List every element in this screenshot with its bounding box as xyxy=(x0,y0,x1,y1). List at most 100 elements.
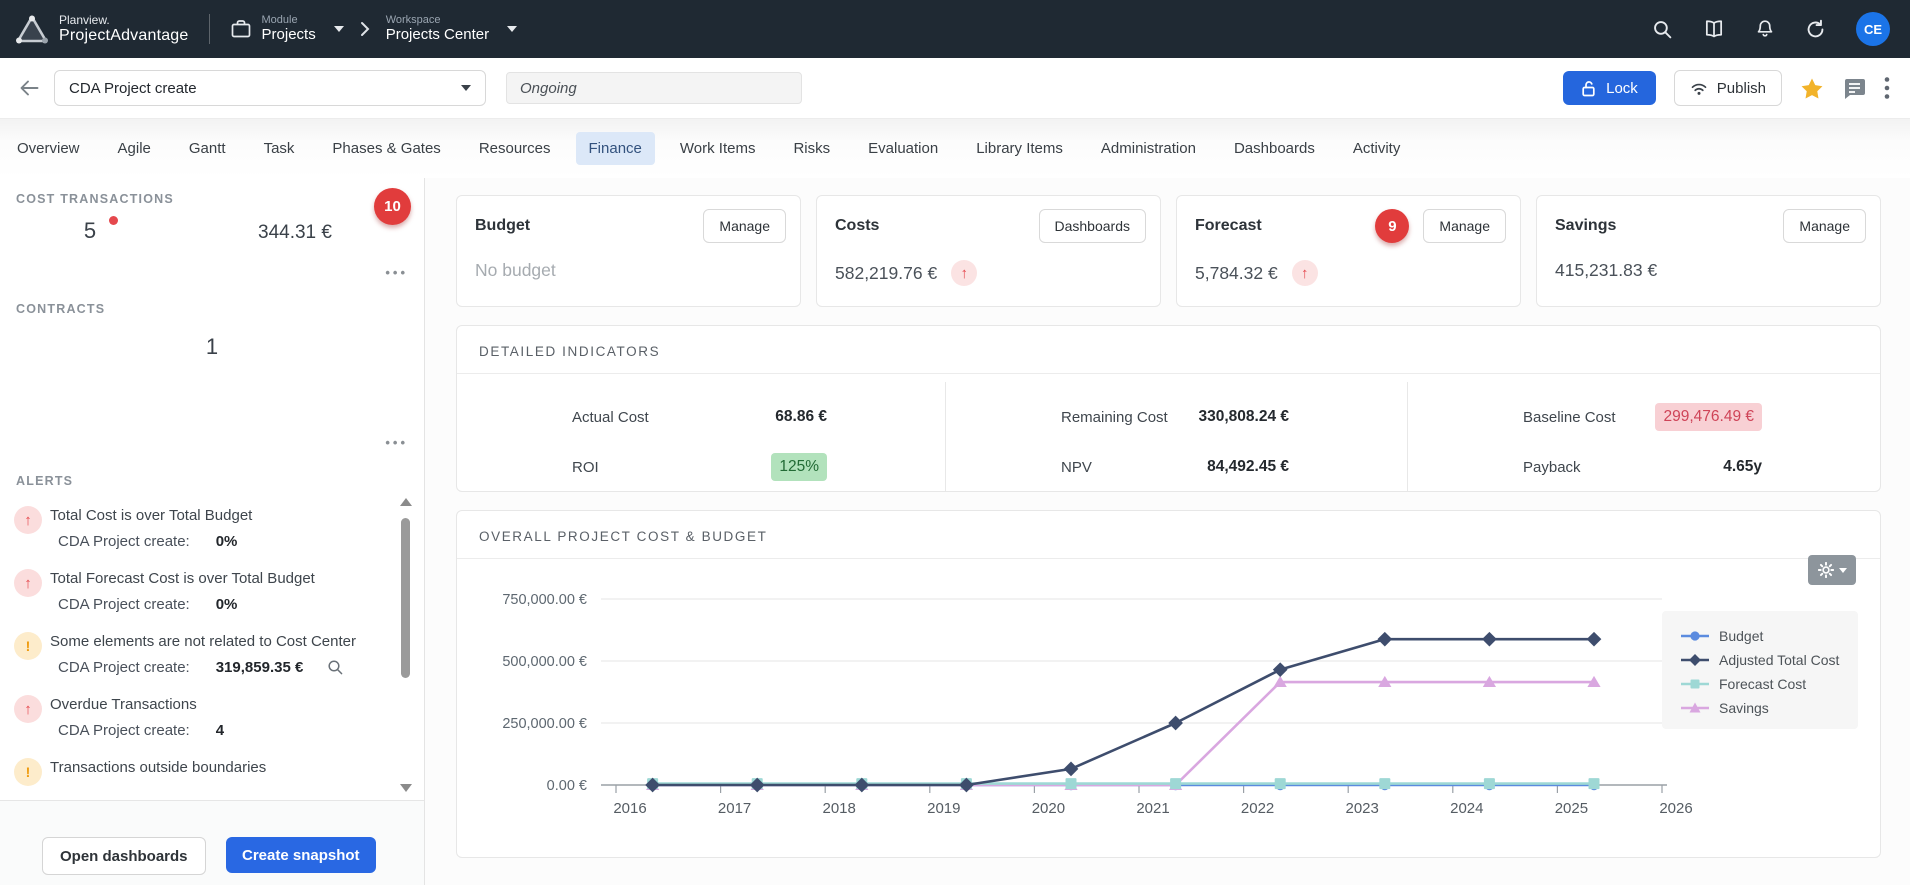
status-field[interactable]: Ongoing xyxy=(506,72,802,104)
brand-name: Planview. ProjectAdvantage xyxy=(59,14,189,45)
notes-feed-icon[interactable] xyxy=(1842,77,1866,99)
alerts-scrollbar[interactable] xyxy=(399,498,411,792)
top-bar: Planview. ProjectAdvantage Module Projec… xyxy=(0,0,1910,58)
alert-item[interactable]: ↑Overdue TransactionsCDA Project create:… xyxy=(0,689,380,752)
tab-work-items[interactable]: Work Items xyxy=(667,132,769,165)
legend-item-adjusted-total-cost[interactable]: Adjusted Total Cost xyxy=(1680,648,1858,672)
card-value: 582,219.76 € xyxy=(835,263,937,284)
project-name: CDA Project create xyxy=(69,80,197,97)
alert-detail: CDA Project create:4 xyxy=(58,722,380,739)
svg-text:0.00 €: 0.00 € xyxy=(547,778,587,794)
alert-title: Transactions outside boundaries xyxy=(50,758,380,777)
svg-text:2016: 2016 xyxy=(613,800,646,817)
tab-library-items[interactable]: Library Items xyxy=(963,132,1076,165)
lock-button[interactable]: Lock xyxy=(1563,71,1656,105)
tab-activity[interactable]: Activity xyxy=(1340,132,1414,165)
card-value: 415,231.83 € xyxy=(1555,260,1657,281)
create-snapshot-button[interactable]: Create snapshot xyxy=(226,837,376,873)
tab-task[interactable]: Task xyxy=(251,132,308,165)
workspace-value: Projects Center xyxy=(386,26,489,44)
indicator-npv: NPV84,492.45 € xyxy=(946,442,1407,492)
legend-label: Adjusted Total Cost xyxy=(1719,652,1839,668)
contracts-count: 1 xyxy=(0,334,424,360)
workspace-switcher[interactable]: Workspace Projects Center xyxy=(386,14,517,44)
project-toolbar: CDA Project create Ongoing Lock Publish xyxy=(0,58,1910,119)
manage-button[interactable]: Manage xyxy=(1783,209,1866,243)
alert-title: Total Cost is over Total Budget xyxy=(50,506,380,525)
chevron-down-icon xyxy=(507,26,517,32)
legend-label: Savings xyxy=(1719,700,1769,716)
indicator-label: ROI xyxy=(572,459,599,476)
planview-logo-icon xyxy=(16,14,48,44)
svg-text:2025: 2025 xyxy=(1555,800,1588,817)
panel-title: OVERALL PROJECT COST & BUDGET xyxy=(457,511,1880,559)
briefcase-icon xyxy=(230,18,252,40)
tab-evaluation[interactable]: Evaluation xyxy=(855,132,951,165)
project-select[interactable]: CDA Project create xyxy=(54,70,486,106)
publish-button[interactable]: Publish xyxy=(1674,70,1782,106)
legend-item-budget[interactable]: Budget xyxy=(1680,624,1858,648)
alert-item[interactable]: ↑Total Forecast Cost is over Total Budge… xyxy=(0,563,380,626)
legend-label: Forecast Cost xyxy=(1719,676,1806,692)
notifications-bell-icon[interactable] xyxy=(1755,19,1775,40)
alert-item[interactable]: ! Transactions outside boundaries xyxy=(0,752,380,790)
back-button[interactable] xyxy=(18,78,40,98)
svg-text:250,000.00 €: 250,000.00 € xyxy=(502,716,587,732)
favorite-star-icon[interactable] xyxy=(1800,77,1824,100)
svg-text:2017: 2017 xyxy=(718,800,751,817)
manage-button[interactable]: Manage xyxy=(1423,209,1506,243)
kebab-menu-icon[interactable] xyxy=(1884,76,1890,100)
svg-text:750,000.00 €: 750,000.00 € xyxy=(502,592,587,608)
section-title: ALERTS xyxy=(0,460,424,488)
svg-text:2021: 2021 xyxy=(1136,800,1169,817)
svg-text:2019: 2019 xyxy=(927,800,960,817)
card-title: Forecast xyxy=(1195,217,1262,235)
tab-administration[interactable]: Administration xyxy=(1088,132,1209,165)
contracts-section: CONTRACTS 1 ••• xyxy=(0,288,424,461)
unlock-icon xyxy=(1581,80,1597,97)
ellipsis-menu[interactable]: ••• xyxy=(385,435,408,450)
workspace-label: Workspace xyxy=(386,14,489,26)
open-dashboards-button[interactable]: Open dashboards xyxy=(42,837,206,875)
refresh-icon[interactable] xyxy=(1805,19,1826,40)
scroll-thumb[interactable] xyxy=(401,518,410,678)
cost-transactions-count: 5 xyxy=(58,218,122,244)
tab-gantt[interactable]: Gantt xyxy=(176,132,239,165)
alert-item[interactable]: !Some elements are not related to Cost C… xyxy=(0,626,380,689)
legend-item-savings[interactable]: Savings xyxy=(1680,696,1858,720)
sidebar-footer: Open dashboards Create snapshot xyxy=(0,800,424,885)
manage-button[interactable]: Manage xyxy=(703,209,786,243)
dashboards-button[interactable]: Dashboards xyxy=(1039,209,1147,243)
tab-finance[interactable]: Finance xyxy=(576,132,655,165)
diamond-marker-icon xyxy=(1680,653,1710,667)
divider xyxy=(209,14,210,44)
alert-list: ↑ Total Cost is over Total Budget CDA Proj… xyxy=(0,500,380,790)
alert-warning-icon: ! xyxy=(14,758,42,786)
tab-risks[interactable]: Risks xyxy=(780,132,843,165)
tab-phases-gates[interactable]: Phases & Gates xyxy=(319,132,453,165)
alert-critical-icon: ↑ xyxy=(14,569,42,597)
scroll-down-arrow[interactable] xyxy=(400,784,412,792)
avatar[interactable]: CE xyxy=(1856,12,1890,46)
svg-text:2026: 2026 xyxy=(1659,800,1692,817)
alert-critical-icon: ↑ xyxy=(14,506,42,534)
search-icon[interactable] xyxy=(1652,19,1673,40)
section-title: CONTRACTS xyxy=(0,288,424,316)
brand: Planview. ProjectAdvantage xyxy=(0,14,189,45)
ellipsis-menu[interactable]: ••• xyxy=(385,265,408,280)
tab-agile[interactable]: Agile xyxy=(105,132,164,165)
tab-resources[interactable]: Resources xyxy=(466,132,564,165)
search-icon[interactable] xyxy=(327,659,344,676)
module-value: Projects xyxy=(262,26,316,44)
indicator-value: 330,808.24 € xyxy=(1198,408,1289,426)
tab-overview[interactable]: Overview xyxy=(4,132,93,165)
scroll-up-arrow[interactable] xyxy=(400,498,412,506)
indicator-baseline-cost: Baseline Cost299,476.49 € xyxy=(1408,392,1880,442)
card-title: Savings xyxy=(1555,217,1616,235)
module-switcher[interactable]: Module Projects xyxy=(230,14,344,44)
legend-item-forecast-cost[interactable]: Forecast Cost xyxy=(1680,672,1858,696)
indicator-remaining-cost: Remaining Cost330,808.24 € xyxy=(946,392,1407,442)
help-book-icon[interactable] xyxy=(1703,19,1725,39)
tab-dashboards[interactable]: Dashboards xyxy=(1221,132,1328,165)
alert-item[interactable]: ↑Total Cost is over Total BudgetCDA Proj… xyxy=(0,500,380,563)
